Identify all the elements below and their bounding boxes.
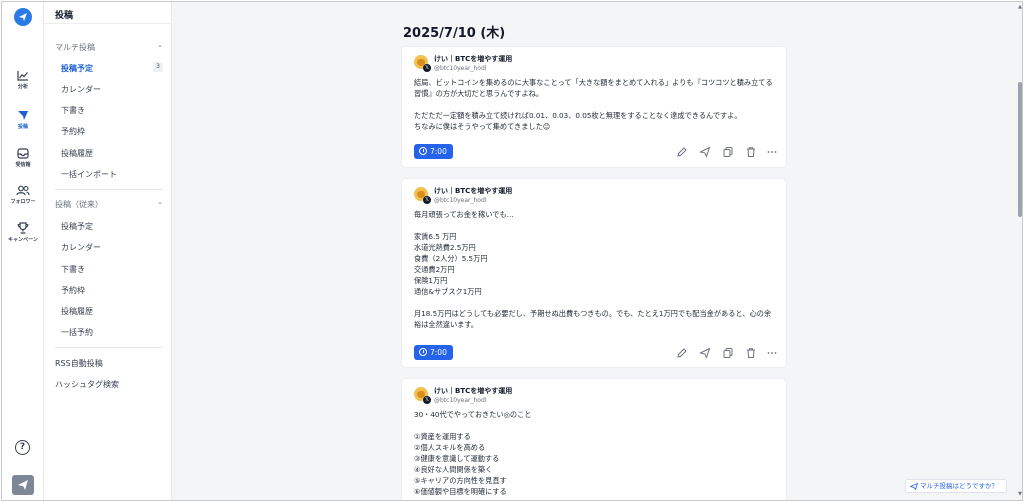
x-logo-icon: 𝕏 (423, 64, 431, 72)
nav-scheduled[interactable]: 投稿予定 3 (61, 62, 163, 74)
subnav-title: 投稿 (55, 11, 74, 21)
nav-bulk-import[interactable]: 一括インポート (61, 169, 163, 180)
nav-legacy-slots[interactable]: 予約枠 (61, 285, 163, 296)
more-icon[interactable] (766, 146, 778, 158)
account-handle: @btc10year_hodl (434, 197, 487, 204)
app-logo[interactable] (14, 8, 32, 26)
rail-label-analytics: 分析 (17, 84, 28, 90)
scheduled-count-badge: 3 (153, 62, 163, 72)
subnav-divider (44, 23, 172, 24)
rail-label-posts: 投稿 (17, 124, 28, 130)
post-actions (676, 347, 778, 359)
post-body: 毎月頑張ってお金を稼いでも… 家賃6.5 万円 水道光熱費2.5万円 食費（2人… (414, 210, 772, 329)
feedback-label: マルチ投稿はどうですか？ (920, 482, 998, 490)
app-window: 分析 投稿 受信箱 フォロワー キャンペーン ? 投稿 マルチ投稿 ⌄ 投稿予定… (1, 1, 1023, 501)
schedule-time-button[interactable]: 7:00 (414, 144, 453, 159)
post-body: 30・40代でやっておきたい◎のこと ①資産を運用する ②個人スキルを高める ③… (414, 410, 532, 496)
date-heading: 2025/7/10 (木) (403, 26, 506, 41)
post-actions (676, 146, 778, 158)
trash-icon[interactable] (745, 347, 757, 359)
rail-item-campaign[interactable]: キャンペーン (2, 222, 44, 243)
feedback-button[interactable]: マルチ投稿はどうですか？ (905, 479, 1007, 493)
account-name: けい｜BTCを増やす運用 (434, 187, 513, 195)
nav-divider (55, 347, 163, 348)
group-multi-post[interactable]: マルチ投稿 ⌄ (55, 41, 163, 53)
chart-line-icon (17, 71, 28, 81)
rail-item-analytics[interactable]: 分析 (2, 70, 44, 90)
send-now-icon[interactable] (699, 347, 711, 359)
posts-subnav: 投稿 マルチ投稿 ⌄ 投稿予定 3 カレンダー 下書き 予約枠 投稿履歴 一括イ… (44, 2, 172, 500)
nav-legacy-bulk[interactable]: 一括予約 (61, 327, 163, 338)
nav-scheduled-label: 投稿予定 (61, 64, 93, 73)
post-card[interactable]: 𝕏 けい｜BTCを増やす運用 @btc10year_hodl 30・40代でやっ… (401, 378, 787, 500)
nav-divider (55, 189, 163, 190)
group-multi-post-label: マルチ投稿 (55, 43, 95, 52)
send-icon (910, 483, 918, 490)
logo-icon (19, 13, 27, 21)
account-name: けい｜BTCを増やす運用 (434, 387, 513, 395)
account-handle: @btc10year_hodl (434, 397, 487, 404)
group-legacy-post[interactable]: 投稿（従来） ⌄ (55, 198, 163, 210)
rail-item-posts[interactable]: 投稿 (2, 110, 44, 130)
trash-icon[interactable] (745, 146, 757, 158)
inbox-icon (17, 148, 29, 159)
nav-legacy-scheduled[interactable]: 投稿予定 (61, 221, 163, 232)
chevron-down-icon: ⌄ (157, 198, 163, 206)
nav-rss-auto-post[interactable]: RSS自動投稿 (55, 358, 103, 369)
scroll-up-icon[interactable]: ▲ (1017, 4, 1022, 10)
icon-rail: 分析 投稿 受信箱 フォロワー キャンペーン ? (2, 2, 44, 500)
rail-item-followers[interactable]: フォロワー (2, 185, 44, 205)
account-name: けい｜BTCを増やす運用 (434, 55, 513, 63)
post-card[interactable]: 𝕏 けい｜BTCを増やす運用 @btc10year_hodl 結局、ビットコイン… (401, 46, 787, 168)
schedule-time: 7:00 (430, 147, 447, 156)
nav-hashtag-search[interactable]: ハッシュタグ検索 (55, 379, 119, 390)
send-icon (18, 111, 28, 120)
send-now-icon[interactable] (699, 146, 711, 158)
nav-slots[interactable]: 予約枠 (61, 126, 163, 137)
x-logo-icon: 𝕏 (423, 196, 431, 204)
clock-icon (419, 348, 427, 356)
more-icon[interactable] (766, 347, 778, 359)
duplicate-icon[interactable] (722, 146, 734, 158)
nav-history[interactable]: 投稿履歴 (61, 148, 163, 159)
edit-icon[interactable] (676, 146, 688, 158)
clock-icon (419, 147, 427, 155)
account-handle: @btc10year_hodl (434, 65, 487, 72)
rail-label-followers: フォロワー (10, 199, 36, 205)
nav-drafts[interactable]: 下書き (61, 105, 163, 116)
nav-legacy-drafts[interactable]: 下書き (61, 264, 163, 275)
post-card[interactable]: 𝕏 けい｜BTCを増やす運用 @btc10year_hodl 毎月頑張ってお金を… (401, 178, 787, 368)
schedule-time: 7:00 (430, 348, 447, 357)
scroll-thumb[interactable] (1018, 82, 1022, 217)
nav-legacy-calendar[interactable]: カレンダー (61, 242, 163, 253)
help-button[interactable]: ? (15, 440, 30, 455)
rail-item-inbox[interactable]: 受信箱 (2, 148, 44, 168)
rail-label-inbox: 受信箱 (15, 162, 31, 168)
group-legacy-post-label: 投稿（従来） (55, 200, 103, 209)
user-avatar-icon (18, 480, 28, 490)
user-avatar[interactable] (12, 475, 34, 495)
users-icon (16, 185, 30, 196)
nav-legacy-history[interactable]: 投稿履歴 (61, 306, 163, 317)
nav-calendar[interactable]: カレンダー (61, 84, 163, 95)
trophy-icon (17, 222, 29, 234)
x-logo-icon: 𝕏 (423, 396, 431, 404)
main-content: 2025/7/10 (木) 𝕏 けい｜BTCを増やす運用 @btc10year_… (173, 2, 1016, 500)
edit-icon[interactable] (676, 347, 688, 359)
scroll-down-icon[interactable]: ▼ (1017, 491, 1022, 497)
main-scrollbar[interactable]: ▲ ▼ (1016, 2, 1022, 500)
post-body: 結局、ビットコインを集めるのに大事なことって「大きな額をまとめて入れる」よりも『… (414, 78, 773, 131)
duplicate-icon[interactable] (722, 347, 734, 359)
chevron-down-icon: ⌄ (157, 41, 163, 49)
schedule-time-button[interactable]: 7:00 (414, 345, 453, 360)
rail-label-campaign: キャンペーン (8, 237, 38, 243)
